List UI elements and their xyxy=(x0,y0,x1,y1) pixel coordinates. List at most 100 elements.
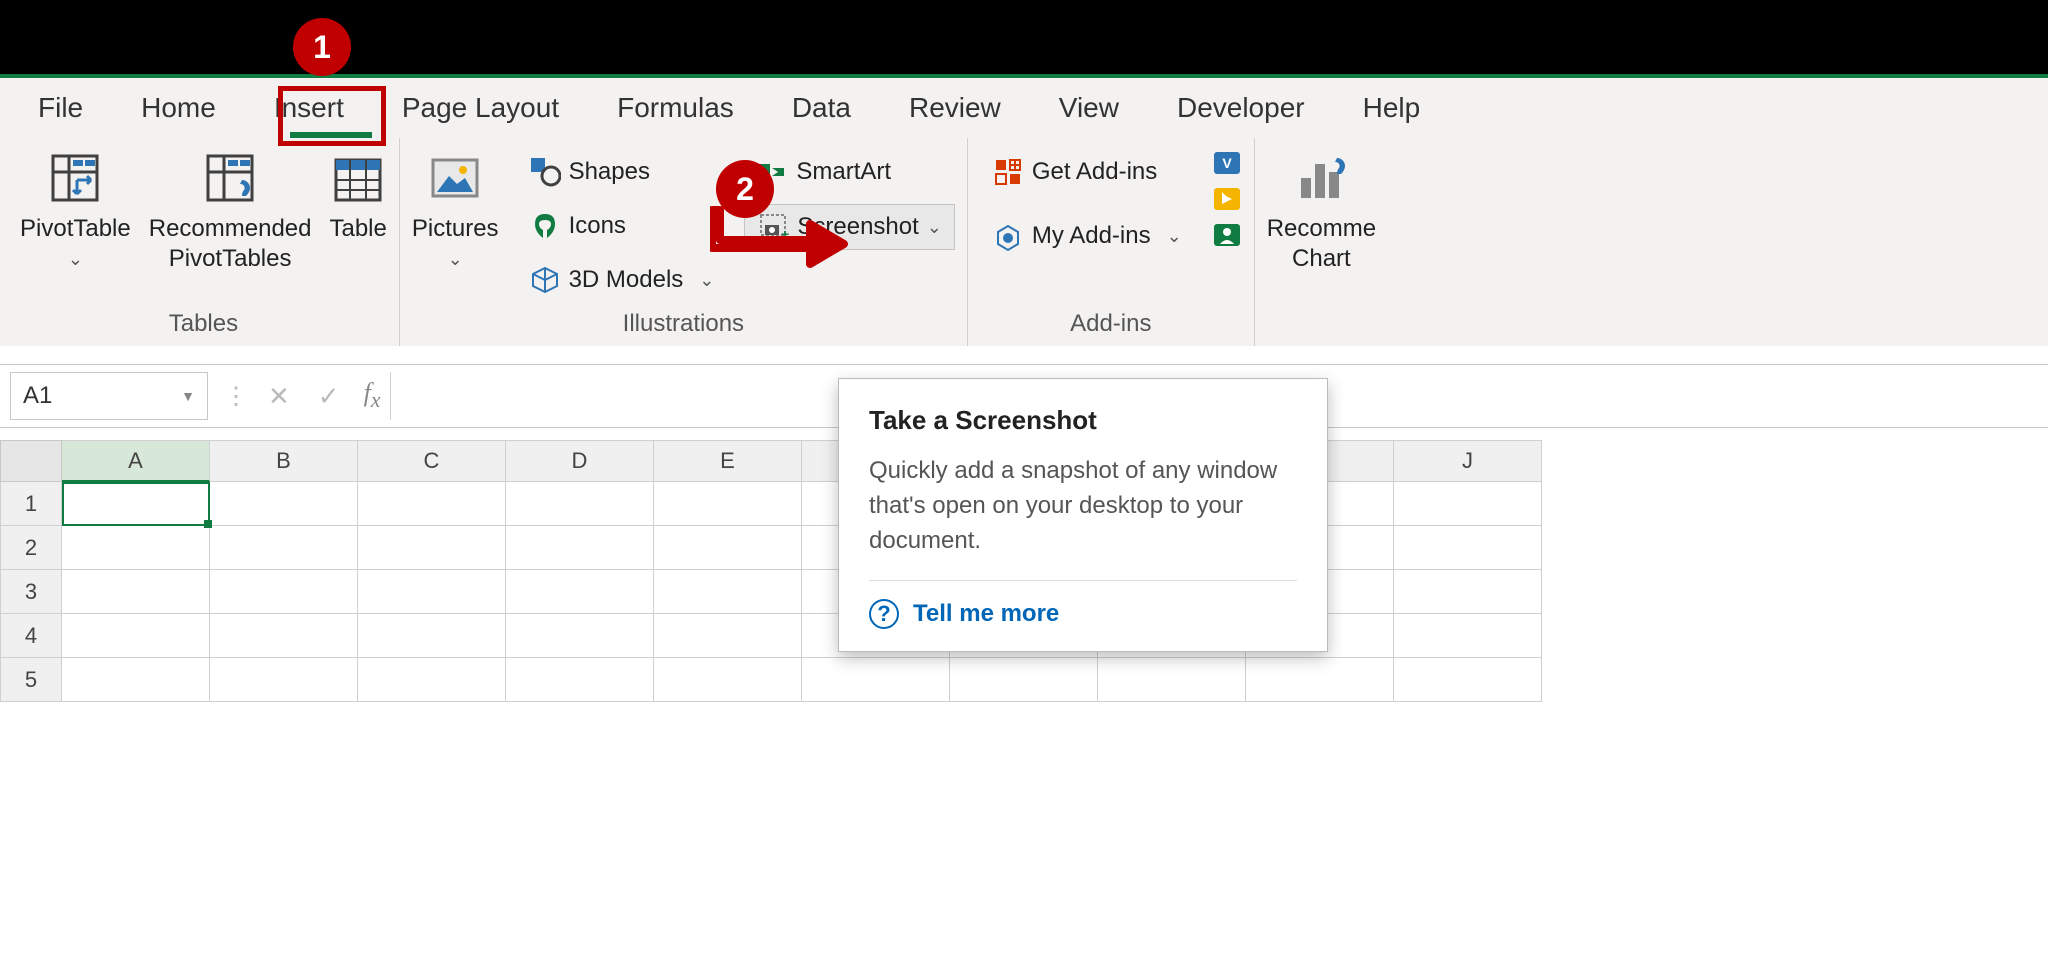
cell[interactable] xyxy=(654,526,802,570)
chevron-down-icon: ⌄ xyxy=(1167,226,1182,247)
row-header[interactable]: 2 xyxy=(0,526,62,570)
pivottable-icon xyxy=(47,150,103,206)
bing-addin-icon[interactable] xyxy=(1212,184,1242,214)
icons-icon xyxy=(529,210,561,242)
tab-page-layout[interactable]: Page Layout xyxy=(394,82,567,134)
icons-button[interactable]: Icons xyxy=(517,204,727,248)
people-addin-icon[interactable] xyxy=(1212,220,1242,250)
cell[interactable] xyxy=(506,570,654,614)
cell[interactable] xyxy=(802,658,950,702)
shapes-label: Shapes xyxy=(569,158,650,186)
col-header[interactable]: D xyxy=(506,440,654,482)
row-header[interactable]: 1 xyxy=(0,482,62,526)
cell[interactable] xyxy=(1394,482,1542,526)
tab-insert-label: Insert xyxy=(274,92,344,123)
table-label: Table xyxy=(329,214,386,244)
cell[interactable] xyxy=(506,614,654,658)
cell[interactable] xyxy=(506,482,654,526)
get-addins-icon xyxy=(992,156,1024,188)
pictures-button[interactable]: Pictures ⌄ xyxy=(412,146,499,271)
group-tables: PivotTable ⌄ Recommended PivotTables xyxy=(0,138,400,346)
3d-models-icon xyxy=(529,264,561,296)
cell[interactable] xyxy=(210,482,358,526)
tab-developer[interactable]: Developer xyxy=(1169,82,1313,134)
cell[interactable] xyxy=(654,614,802,658)
my-addins-icon xyxy=(992,220,1024,252)
tooltip-divider xyxy=(869,580,1297,581)
cell[interactable] xyxy=(1394,526,1542,570)
visio-addin-icon[interactable]: V xyxy=(1212,148,1242,178)
row-header[interactable]: 5 xyxy=(0,658,62,702)
smartart-button[interactable]: SmartArt xyxy=(744,150,955,194)
cell[interactable] xyxy=(358,482,506,526)
cell[interactable] xyxy=(654,658,802,702)
cell[interactable] xyxy=(1394,614,1542,658)
pivottable-button[interactable]: PivotTable ⌄ xyxy=(20,146,131,271)
get-addins-label: Get Add-ins xyxy=(1032,158,1157,186)
cell[interactable] xyxy=(506,526,654,570)
cell[interactable] xyxy=(654,570,802,614)
cell[interactable] xyxy=(1394,570,1542,614)
cell[interactable] xyxy=(210,658,358,702)
shapes-button[interactable]: Shapes xyxy=(517,150,727,194)
cell[interactable] xyxy=(62,570,210,614)
cell[interactable] xyxy=(1394,658,1542,702)
name-box[interactable]: A1 ▼ xyxy=(10,372,208,420)
tab-file[interactable]: File xyxy=(30,82,91,134)
tab-view[interactable]: View xyxy=(1051,82,1127,134)
tell-me-more-link[interactable]: ? Tell me more xyxy=(869,599,1297,629)
tab-formulas[interactable]: Formulas xyxy=(609,82,742,134)
3d-models-button[interactable]: 3D Models ⌄ xyxy=(517,258,727,302)
col-header[interactable]: A xyxy=(62,440,210,482)
row-header[interactable]: 3 xyxy=(0,570,62,614)
cell[interactable] xyxy=(358,526,506,570)
tab-review[interactable]: Review xyxy=(901,82,1009,134)
cell[interactable] xyxy=(210,526,358,570)
table-button[interactable]: Table xyxy=(329,146,386,244)
cell[interactable] xyxy=(210,570,358,614)
my-addins-button[interactable]: My Add-ins ⌄ xyxy=(980,214,1194,258)
cell[interactable] xyxy=(210,614,358,658)
cell[interactable] xyxy=(358,658,506,702)
fx-icon[interactable]: fx xyxy=(354,378,391,413)
chevron-down-icon: ⌄ xyxy=(699,270,714,291)
my-addins-label: My Add-ins xyxy=(1032,222,1151,250)
cell[interactable] xyxy=(358,570,506,614)
cell[interactable] xyxy=(950,658,1098,702)
recommended-charts-button[interactable]: Recomme Chart xyxy=(1267,146,1376,274)
callout-badge-1: 1 xyxy=(293,18,351,76)
cell[interactable] xyxy=(62,482,210,526)
col-header[interactable]: C xyxy=(358,440,506,482)
group-addins-label: Add-ins xyxy=(1070,310,1151,338)
chevron-down-icon: ⌄ xyxy=(448,248,463,271)
col-header[interactable]: B xyxy=(210,440,358,482)
cell[interactable] xyxy=(1246,658,1394,702)
pictures-icon xyxy=(427,150,483,206)
tab-home[interactable]: Home xyxy=(133,82,224,134)
svg-text:V: V xyxy=(1222,155,1232,171)
chevron-down-icon: ⌄ xyxy=(927,217,942,238)
cell[interactable] xyxy=(62,614,210,658)
select-all-corner[interactable] xyxy=(0,440,62,482)
accept-formula-button[interactable]: ✓ xyxy=(304,381,354,412)
group-illustrations: Pictures ⌄ Shapes Icons xyxy=(400,138,968,346)
col-header[interactable]: J xyxy=(1394,440,1542,482)
tab-data[interactable]: Data xyxy=(784,82,859,134)
cell[interactable] xyxy=(358,614,506,658)
help-icon: ? xyxy=(869,599,899,629)
recommended-pivottables-button[interactable]: Recommended PivotTables xyxy=(149,146,312,274)
cancel-formula-button[interactable]: ✕ xyxy=(254,381,304,412)
cell[interactable] xyxy=(62,658,210,702)
get-addins-button[interactable]: Get Add-ins xyxy=(980,150,1194,194)
tab-insert[interactable]: Insert xyxy=(266,82,352,134)
row-header[interactable]: 4 xyxy=(0,614,62,658)
col-header[interactable]: E xyxy=(654,440,802,482)
chevron-down-icon[interactable]: ▼ xyxy=(181,388,195,404)
tab-help[interactable]: Help xyxy=(1355,82,1429,134)
smartart-label: SmartArt xyxy=(796,158,891,186)
cell[interactable] xyxy=(506,658,654,702)
group-illustrations-label: Illustrations xyxy=(623,310,744,338)
cell[interactable] xyxy=(1098,658,1246,702)
cell[interactable] xyxy=(62,526,210,570)
cell[interactable] xyxy=(654,482,802,526)
